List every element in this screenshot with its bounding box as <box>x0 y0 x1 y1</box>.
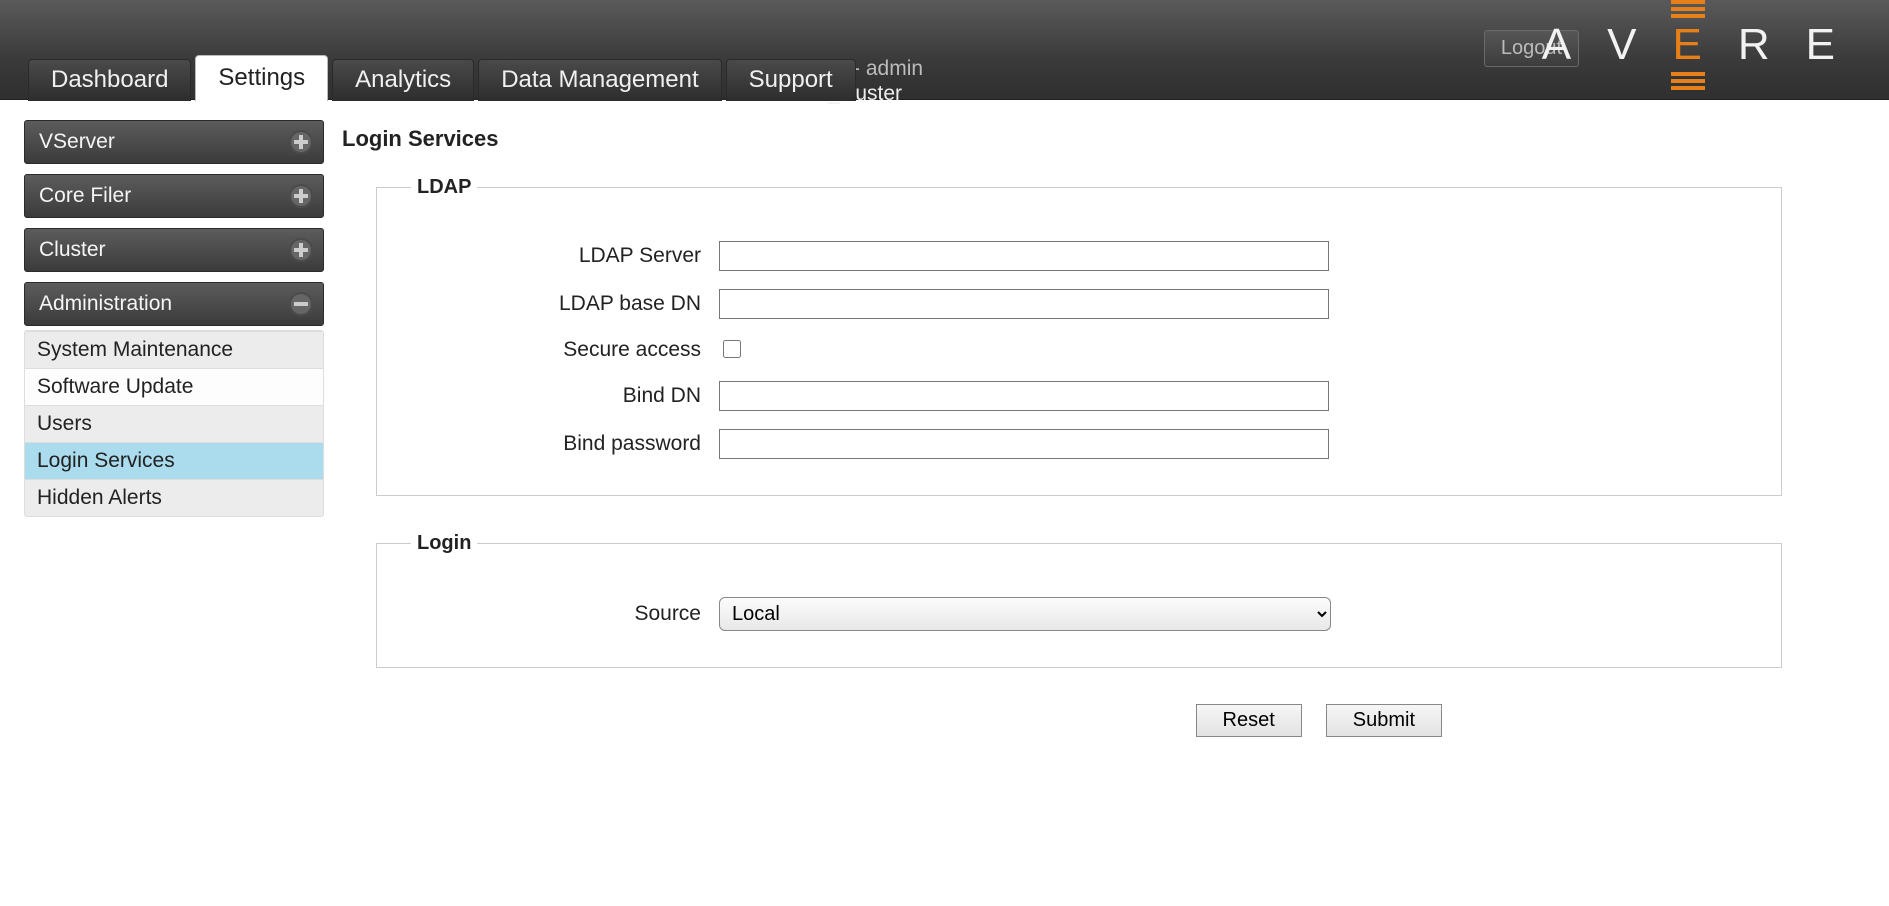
submit-button[interactable]: Submit <box>1326 704 1442 737</box>
reset-button[interactable]: Reset <box>1196 704 1302 737</box>
plus-icon <box>289 238 313 262</box>
bind-password-input[interactable] <box>719 429 1329 459</box>
sidebar-item-system-maintenance[interactable]: System Maintenance <box>25 331 323 368</box>
main-tabs: Dashboard Settings Analytics Data Manage… <box>28 55 860 101</box>
sidebar-section-cluster[interactable]: Cluster <box>24 228 324 272</box>
login-source-label: Source <box>401 602 719 626</box>
topbar: Logout A V E R E V4.6.2.2 --- admin doc-… <box>0 0 1889 100</box>
sidebar-section-label: Core Filer <box>39 184 131 207</box>
brand-logo: A V E R E <box>1542 20 1855 70</box>
sidebar-item-login-services[interactable]: Login Services <box>25 442 323 479</box>
ldap-legend: LDAP <box>411 176 477 199</box>
sidebar-list-administration: System Maintenance Software Update Users… <box>24 330 324 517</box>
logo-letter-r: R <box>1738 20 1790 70</box>
main-content: Login Services LDAP LDAP Server LDAP bas… <box>324 120 1822 737</box>
login-legend: Login <box>411 532 477 555</box>
plus-icon <box>289 130 313 154</box>
minus-icon <box>289 292 313 316</box>
sidebar-section-vserver[interactable]: VServer <box>24 120 324 164</box>
form-buttons: Reset Submit <box>376 704 1442 737</box>
logo-letter-e: E <box>1673 20 1722 69</box>
ldap-server-label: LDAP Server <box>401 244 719 268</box>
tab-dashboard[interactable]: Dashboard <box>28 59 191 101</box>
sidebar-item-users[interactable]: Users <box>25 405 323 442</box>
tab-data-management[interactable]: Data Management <box>478 59 721 101</box>
sidebar-section-label: VServer <box>39 130 115 153</box>
tab-support[interactable]: Support <box>726 59 856 101</box>
sidebar-section-label: Cluster <box>39 238 106 261</box>
bind-password-label: Bind password <box>401 432 719 456</box>
tab-analytics[interactable]: Analytics <box>332 59 474 101</box>
login-source-select[interactable]: Local <box>719 597 1331 631</box>
plus-icon <box>289 184 313 208</box>
sidebar-section-administration[interactable]: Administration <box>24 282 324 326</box>
ldap-base-dn-input[interactable] <box>719 289 1329 319</box>
sidebar-section-core-filer[interactable]: Core Filer <box>24 174 324 218</box>
ldap-base-dn-label: LDAP base DN <box>401 292 719 316</box>
bind-dn-label: Bind DN <box>401 384 719 408</box>
logo-accent-bars-bottom <box>1671 72 1705 90</box>
logo-letter-e-wrap: E <box>1673 20 1722 70</box>
ldap-server-input[interactable] <box>719 241 1329 271</box>
logo-letter-v: V <box>1607 20 1656 70</box>
page-title: Login Services <box>342 126 1782 152</box>
logo-letter-e2: E <box>1806 20 1855 70</box>
sidebar-item-hidden-alerts[interactable]: Hidden Alerts <box>25 479 323 516</box>
sidebar: VServer Core Filer Cluster Administratio… <box>24 120 324 527</box>
tab-settings[interactable]: Settings <box>195 55 328 101</box>
ldap-panel: LDAP LDAP Server LDAP base DN Secure acc… <box>376 176 1782 496</box>
logo-letter-a: A <box>1542 20 1591 70</box>
secure-access-checkbox[interactable] <box>723 340 741 358</box>
secure-access-label: Secure access <box>401 338 719 362</box>
sidebar-section-label: Administration <box>39 292 172 315</box>
logo-accent-bars-top <box>1671 0 1705 18</box>
bind-dn-input[interactable] <box>719 381 1329 411</box>
sidebar-item-software-update[interactable]: Software Update <box>25 368 323 405</box>
login-panel: Login Source Local <box>376 532 1782 668</box>
